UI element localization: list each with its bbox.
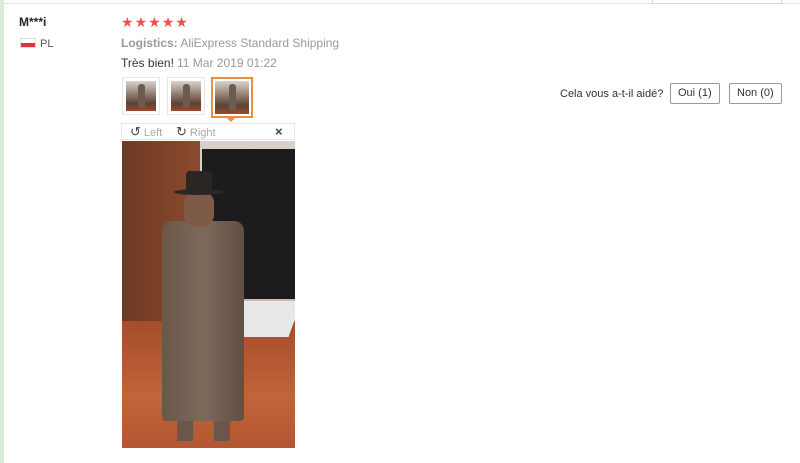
thumbnail-image bbox=[171, 81, 201, 111]
helpful-no-button[interactable]: Non (0) bbox=[729, 83, 782, 104]
helpful-question: Cela vous a-t-il aidé? bbox=[560, 88, 664, 100]
star-icon: ★ bbox=[175, 14, 188, 30]
rotate-left-icon: ↺ bbox=[130, 124, 141, 139]
left-rail bbox=[0, 0, 4, 463]
thumbnail-image bbox=[215, 81, 249, 114]
rotate-left-button[interactable]: ↺ Left bbox=[130, 124, 162, 141]
star-rating: ★ ★ ★ ★ ★ bbox=[121, 14, 188, 30]
reviewer-country: PL bbox=[40, 38, 54, 50]
review-photo-large bbox=[122, 141, 295, 448]
photo-thumbnail-2[interactable] bbox=[167, 77, 205, 115]
poland-flag-icon bbox=[20, 38, 36, 48]
star-icon: ★ bbox=[134, 14, 148, 30]
rotate-right-icon: ↻ bbox=[176, 124, 187, 139]
star-icon: ★ bbox=[121, 14, 134, 30]
photo-thumbnail-1[interactable] bbox=[122, 77, 160, 115]
logistics-label: Logistics: bbox=[121, 36, 178, 50]
star-icon: ★ bbox=[161, 14, 175, 30]
photo-thumbnail-3[interactable] bbox=[211, 77, 253, 118]
active-thumbnail-caret bbox=[226, 117, 236, 122]
rotate-right-label: Right bbox=[189, 127, 216, 139]
close-icon[interactable]: × bbox=[275, 124, 283, 139]
star-icon: ★ bbox=[148, 14, 161, 30]
reviewer-name: M***i bbox=[19, 15, 47, 29]
review-text: Très bien! bbox=[121, 56, 174, 70]
top-tab-edge bbox=[652, 0, 782, 4]
rotate-left-label: Left bbox=[143, 127, 163, 139]
rotate-right-button[interactable]: ↻ Right bbox=[176, 124, 216, 141]
helpful-yes-button[interactable]: Oui (1) bbox=[670, 83, 720, 104]
thumbnail-image bbox=[126, 81, 156, 111]
review-date: 11 Mar 2019 01:22 bbox=[177, 56, 277, 70]
photo-viewer-toolbar: ↺ Left ↻ Right × bbox=[121, 123, 295, 140]
logistics-value: AliExpress Standard Shipping bbox=[180, 36, 340, 50]
logistics-info: Logistics: AliExpress Standard Shipping bbox=[121, 36, 339, 50]
